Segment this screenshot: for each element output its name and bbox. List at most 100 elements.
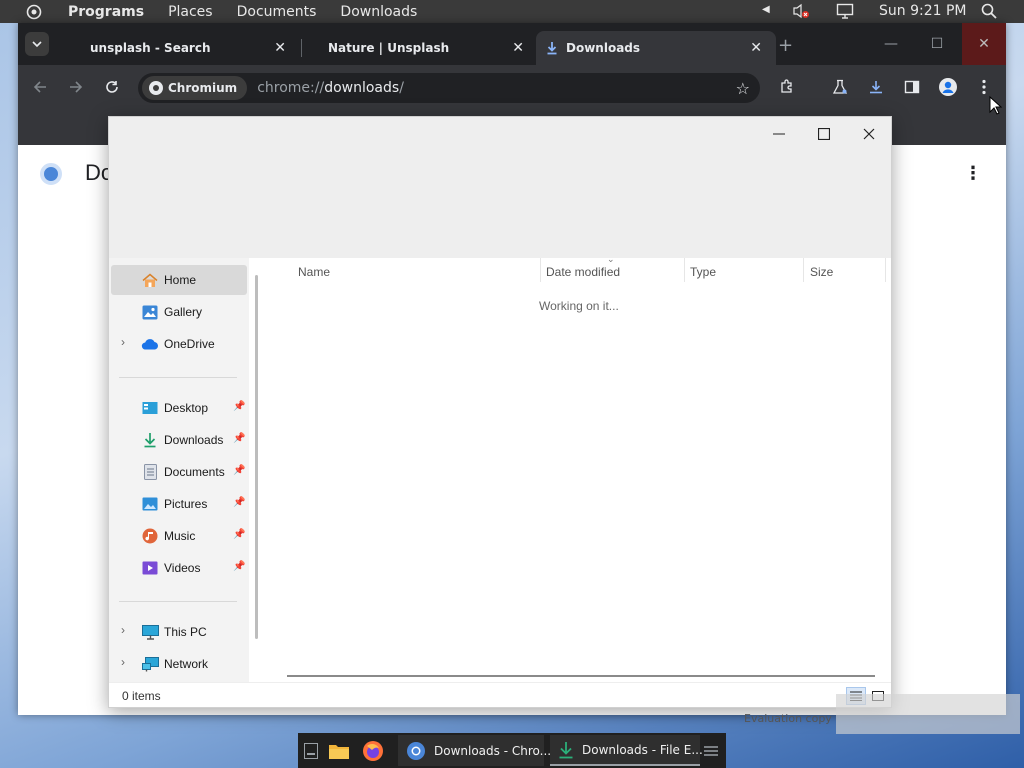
page-more-icon[interactable]: ⋮ bbox=[964, 163, 982, 184]
column-header-type[interactable]: Type bbox=[690, 265, 716, 279]
url-text[interactable]: chrome://downloads/ bbox=[257, 80, 404, 96]
nav-item-gallery[interactable]: Gallery bbox=[111, 297, 247, 327]
nav-item-this-pc[interactable]: › This PC bbox=[111, 617, 247, 647]
column-header-date-modified[interactable]: Date modified bbox=[546, 265, 620, 279]
url-scheme: chrome:// bbox=[257, 80, 325, 96]
tab-downloads[interactable]: Downloads ✕ bbox=[536, 31, 776, 65]
taskbar: Downloads - Chro... Downloads - File E..… bbox=[298, 733, 726, 768]
menu-downloads[interactable]: Downloads bbox=[340, 4, 417, 20]
nav-item-desktop[interactable]: Desktop 📌 bbox=[111, 393, 247, 423]
menu-programs[interactable]: Programs bbox=[68, 4, 144, 20]
taskbar-menu-icon[interactable] bbox=[704, 735, 718, 766]
nav-label: Gallery bbox=[164, 305, 203, 319]
extensions-icon[interactable] bbox=[775, 75, 799, 99]
pin-icon[interactable]: 📌 bbox=[233, 465, 245, 476]
back-icon[interactable] bbox=[28, 75, 52, 99]
tray-expand-icon[interactable]: ◀ bbox=[762, 4, 770, 15]
explorer-maximize-icon[interactable] bbox=[804, 121, 844, 147]
profile-avatar-icon[interactable] bbox=[936, 75, 960, 99]
tab-search-button[interactable] bbox=[25, 32, 49, 56]
close-window-icon[interactable]: ✕ bbox=[962, 23, 1006, 65]
nav-item-onedrive[interactable]: › OneDrive bbox=[111, 329, 247, 359]
picture-icon bbox=[141, 496, 159, 512]
nav-item-documents[interactable]: Documents 📌 bbox=[111, 457, 247, 487]
taskbar-item-file-explorer[interactable]: Downloads - File E... bbox=[550, 735, 703, 766]
bookmark-star-icon[interactable]: ☆ bbox=[736, 79, 750, 98]
site-info-chip[interactable]: Chromium bbox=[142, 76, 248, 100]
column-separator[interactable] bbox=[540, 258, 541, 282]
explorer-status-bar: 0 items bbox=[109, 682, 891, 707]
menu-places[interactable]: Places bbox=[168, 4, 213, 20]
tab-close-icon[interactable]: ✕ bbox=[750, 40, 762, 56]
new-tab-icon[interactable]: + bbox=[778, 35, 793, 56]
chromium-icon bbox=[406, 741, 426, 761]
sort-caret-icon: ⌄ bbox=[607, 255, 615, 265]
clock[interactable]: Sun 9:21 PM bbox=[879, 3, 967, 19]
chromium-logo-icon bbox=[40, 163, 62, 185]
column-header-size[interactable]: Size bbox=[810, 265, 833, 279]
nav-item-network[interactable]: › Network bbox=[111, 649, 247, 679]
reload-icon[interactable] bbox=[100, 75, 124, 99]
watermark-text: Evaluation copy bbox=[744, 712, 832, 725]
display-icon[interactable] bbox=[836, 3, 854, 23]
tab-close-icon[interactable]: ✕ bbox=[512, 40, 524, 56]
nav-item-videos[interactable]: Videos 📌 bbox=[111, 553, 247, 583]
mouse-cursor-icon bbox=[989, 96, 1003, 115]
expand-chevron-icon[interactable]: › bbox=[121, 623, 125, 637]
nav-label: Desktop bbox=[164, 401, 209, 415]
minimize-icon[interactable]: — bbox=[869, 23, 913, 65]
nav-scrollbar[interactable] bbox=[255, 275, 258, 639]
nav-item-home[interactable]: Home bbox=[111, 265, 247, 295]
pin-icon[interactable]: 📌 bbox=[233, 433, 245, 444]
nav-label: OneDrive bbox=[164, 337, 215, 351]
maximize-icon[interactable]: ☐ bbox=[915, 23, 959, 65]
taskbar-item-label: Downloads - Chro... bbox=[434, 743, 552, 758]
pin-icon[interactable]: 📌 bbox=[233, 561, 245, 572]
side-panel-icon[interactable] bbox=[900, 75, 924, 99]
music-icon bbox=[141, 528, 159, 544]
pin-icon[interactable]: 📌 bbox=[233, 401, 245, 412]
nav-item-downloads[interactable]: Downloads 📌 bbox=[111, 425, 247, 455]
horizontal-scrollbar[interactable] bbox=[287, 675, 875, 677]
nav-item-pictures[interactable]: Pictures 📌 bbox=[111, 489, 247, 519]
explorer-close-icon[interactable] bbox=[849, 121, 889, 147]
download-icon bbox=[558, 740, 574, 760]
tab-close-icon[interactable]: ✕ bbox=[274, 40, 286, 56]
nav-label: Pictures bbox=[164, 497, 208, 511]
pin-icon[interactable]: 📌 bbox=[233, 497, 245, 508]
volume-muted-icon[interactable] bbox=[792, 3, 810, 23]
expand-chevron-icon[interactable]: › bbox=[121, 655, 125, 669]
labs-flask-icon[interactable] bbox=[828, 75, 852, 99]
tab-unsplash-search[interactable]: unsplash - Search ✕ bbox=[60, 31, 302, 65]
address-bar[interactable]: Chromium chrome://downloads/ ☆ bbox=[138, 73, 760, 103]
chip-label: Chromium bbox=[168, 81, 238, 95]
explorer-title-area bbox=[109, 117, 891, 258]
column-header-name[interactable]: Name bbox=[298, 265, 330, 279]
column-separator[interactable] bbox=[885, 258, 886, 282]
explorer-minimize-icon[interactable] bbox=[759, 121, 799, 147]
nav-label: Videos bbox=[164, 561, 201, 575]
tab-nature-unsplash[interactable]: Nature | Unsplash ✕ bbox=[298, 31, 538, 65]
show-desktop-icon[interactable] bbox=[304, 735, 318, 766]
file-manager-icon[interactable] bbox=[328, 735, 350, 766]
tab-label: Downloads bbox=[566, 41, 641, 55]
expand-chevron-icon[interactable]: › bbox=[121, 335, 125, 349]
nav-item-music[interactable]: Music 📌 bbox=[111, 521, 247, 551]
forward-icon[interactable] bbox=[64, 75, 88, 99]
cloud-icon bbox=[141, 336, 159, 352]
downloads-toolbar-icon[interactable] bbox=[864, 75, 888, 99]
pin-icon[interactable]: 📌 bbox=[233, 529, 245, 540]
download-icon bbox=[546, 41, 558, 58]
browser-toolbar: Chromium chrome://downloads/ ☆ bbox=[18, 65, 1006, 109]
search-icon[interactable] bbox=[981, 3, 997, 23]
system-menu-icon[interactable] bbox=[24, 2, 44, 22]
video-icon bbox=[141, 560, 159, 576]
nav-divider bbox=[119, 601, 237, 602]
firefox-icon[interactable] bbox=[362, 735, 384, 766]
column-separator[interactable] bbox=[803, 258, 804, 282]
column-separator[interactable] bbox=[684, 258, 685, 282]
taskbar-item-chromium[interactable]: Downloads - Chro... bbox=[398, 735, 551, 766]
nav-label: Network bbox=[164, 657, 209, 671]
background-panel bbox=[836, 694, 1020, 734]
menu-documents[interactable]: Documents bbox=[237, 4, 317, 20]
